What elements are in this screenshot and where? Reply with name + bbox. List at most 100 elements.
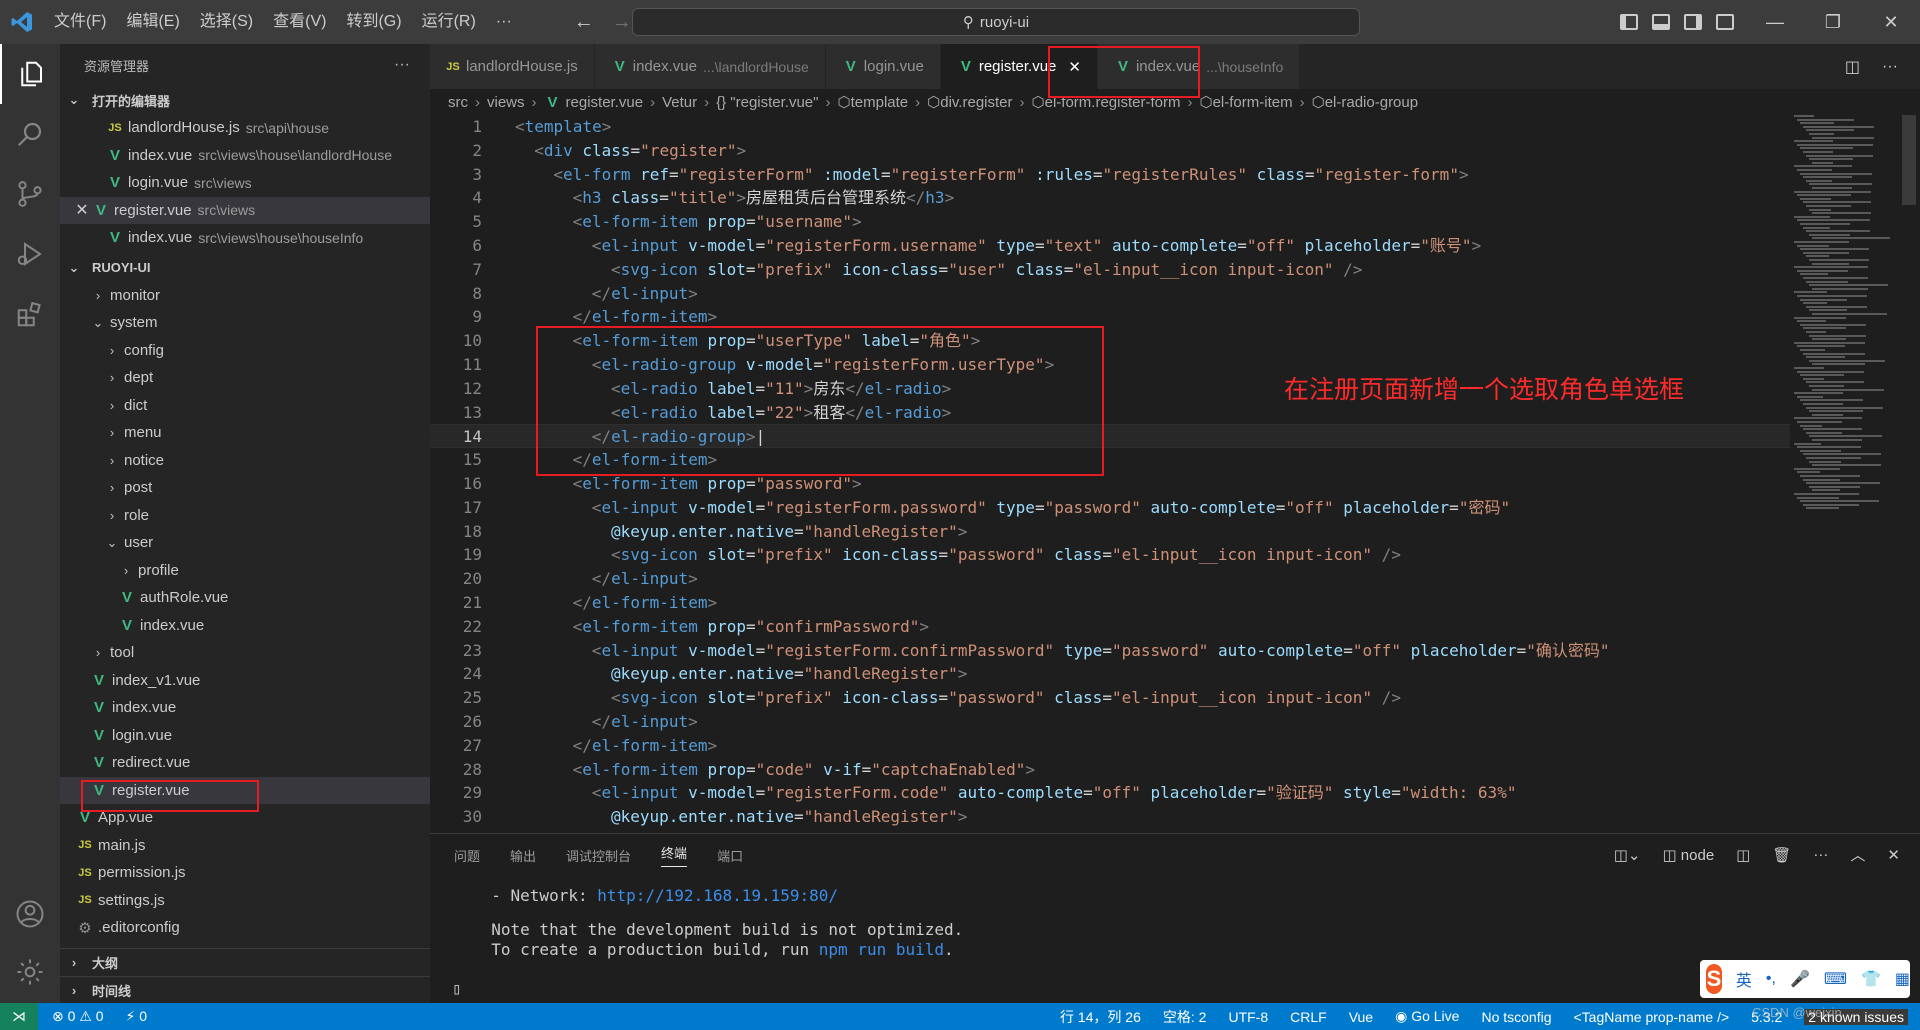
file-item[interactable]: JS settings.js xyxy=(60,887,430,915)
folder-item[interactable]: › config xyxy=(60,337,430,365)
menu-item[interactable]: 运行(R) xyxy=(412,0,486,44)
file-item[interactable]: Vindex.vue xyxy=(60,694,430,722)
open-editor-item[interactable]: Vindex.vue src\views\house\houseInfo xyxy=(60,224,430,252)
tab-login-vue[interactable]: Vlogin.vue xyxy=(825,44,941,89)
restore-icon[interactable]: ❐ xyxy=(1804,0,1862,44)
menu-item[interactable]: 编辑(E) xyxy=(116,0,189,44)
file-item[interactable]: Vlogin.vue xyxy=(60,722,430,750)
open-editor-item[interactable]: Vlogin.vue src\views xyxy=(60,169,430,197)
toggle-panel-icon[interactable] xyxy=(1652,14,1670,30)
more-actions-icon[interactable]: ··· xyxy=(394,56,430,74)
close-panel-icon[interactable]: ✕ xyxy=(1887,846,1900,864)
folder-item[interactable]: › tool xyxy=(60,639,430,667)
skin-icon[interactable]: 👕 xyxy=(1861,969,1881,989)
menu-item[interactable]: 查看(V) xyxy=(263,0,336,44)
folder-item[interactable]: › monitor xyxy=(60,282,430,310)
breadcrumb-item[interactable]: {} "register.vue" xyxy=(716,94,818,111)
keyboard-icon[interactable]: ⌨ xyxy=(1824,969,1847,989)
panel-tab[interactable]: 终端 xyxy=(661,843,688,867)
file-item[interactable]: VauthRole.vue xyxy=(60,584,430,612)
punctuation-icon[interactable]: •, xyxy=(1766,970,1776,988)
language-mode[interactable]: Vue xyxy=(1349,1009,1373,1025)
more-actions-icon[interactable]: ··· xyxy=(1813,846,1828,863)
file-item[interactable]: JS permission.js xyxy=(60,859,430,887)
source-control-icon[interactable] xyxy=(0,164,60,224)
project-section[interactable]: ⌄ RUOYI-UI xyxy=(60,254,430,282)
split-editor-icon[interactable]: ◫ xyxy=(1845,57,1860,77)
panel-tab[interactable]: 端口 xyxy=(717,846,743,865)
tsconfig-status[interactable]: No tsconfig xyxy=(1481,1009,1551,1025)
breadcrumb-item[interactable]: views xyxy=(487,94,525,111)
settings-gear-icon[interactable] xyxy=(0,942,60,1002)
breadcrumb-item[interactable]: register.vue xyxy=(566,94,644,111)
panel-tab[interactable]: 问题 xyxy=(454,846,480,865)
folder-item[interactable]: › role xyxy=(60,502,430,530)
folder-item[interactable]: › menu xyxy=(60,419,430,447)
problems-status[interactable]: ⊗ 0 ⚠ 0 xyxy=(52,1008,104,1025)
panel-tab[interactable]: 调试控制台 xyxy=(566,846,631,865)
folder-item[interactable]: › dict xyxy=(60,392,430,420)
extensions-icon[interactable] xyxy=(0,284,60,344)
run-debug-icon[interactable] xyxy=(0,224,60,284)
tab-index-vue[interactable]: Vindex.vue ...\landlordHouse xyxy=(594,44,826,89)
maximize-panel-icon[interactable]: ︿ xyxy=(1850,844,1865,865)
breadcrumb-item[interactable]: div.register xyxy=(940,94,1012,111)
split-terminal-icon[interactable]: ◫⌄ xyxy=(1614,846,1641,864)
outline-section[interactable]: › 大纲 xyxy=(60,948,430,976)
ports-status[interactable]: ⚡ 0 xyxy=(126,1008,148,1025)
breadcrumb-item[interactable]: Vetur xyxy=(662,94,697,111)
terminal-shell[interactable]: ◫ node xyxy=(1662,846,1714,864)
close-window-icon[interactable]: ✕ xyxy=(1862,0,1920,44)
close-icon[interactable]: ✕ xyxy=(74,200,90,220)
breadcrumb-item[interactable]: el-form-item xyxy=(1213,94,1293,111)
folder-item[interactable]: › post xyxy=(60,474,430,502)
network-url-link[interactable]: http://192.168.19.159:80/ xyxy=(597,886,838,905)
back-arrow-icon[interactable]: ← xyxy=(574,11,594,34)
open-editor-item[interactable]: Vindex.vue src\views\house\landlordHouse xyxy=(60,142,430,170)
minimize-icon[interactable]: — xyxy=(1746,0,1804,44)
menu-item[interactable]: 文件(F) xyxy=(44,0,116,44)
command-center-search[interactable]: ⚲ ruoyi-ui xyxy=(632,8,1360,36)
file-item[interactable]: Vindex.vue xyxy=(60,612,430,640)
ime-language[interactable]: 英 xyxy=(1736,967,1752,991)
open-editor-item[interactable]: JS landlordHouse.js src\api\house xyxy=(60,114,430,142)
folder-item[interactable]: ⌄ system xyxy=(60,309,430,337)
menu-item[interactable]: 选择(S) xyxy=(190,0,263,44)
remote-icon[interactable]: ⋊ xyxy=(0,1003,38,1030)
toggle-secondary-sidebar-icon[interactable] xyxy=(1684,14,1702,30)
open-editors-section[interactable]: ⌄ 打开的编辑器 xyxy=(60,86,430,114)
breadcrumb-item[interactable]: template xyxy=(851,94,909,111)
folder-item[interactable]: › profile xyxy=(60,557,430,585)
toggle-sidebar-icon[interactable] xyxy=(1620,14,1638,30)
explorer-icon[interactable] xyxy=(0,44,60,104)
folder-item[interactable]: › dept xyxy=(60,364,430,392)
cursor-position[interactable]: 行 14，列 26 xyxy=(1060,1007,1141,1027)
folder-item[interactable]: › notice xyxy=(60,447,430,475)
encoding[interactable]: UTF-8 xyxy=(1228,1009,1268,1025)
more-actions-icon[interactable]: ··· xyxy=(1882,58,1898,76)
trash-icon[interactable]: 🗑 xyxy=(1772,846,1791,864)
split-icon[interactable]: ◫ xyxy=(1736,846,1750,864)
breadcrumb-item[interactable]: src xyxy=(448,94,468,111)
search-view-icon[interactable] xyxy=(0,104,60,164)
indentation[interactable]: 空格: 2 xyxy=(1163,1007,1207,1027)
file-item[interactable]: JS main.js xyxy=(60,832,430,860)
toolbox-icon[interactable]: ▦ xyxy=(1895,969,1910,989)
file-item[interactable]: Vredirect.vue xyxy=(60,749,430,777)
panel-tab[interactable]: 输出 xyxy=(510,846,536,865)
tag-status[interactable]: <TagName prop-name /> xyxy=(1574,1009,1730,1025)
menu-item[interactable]: ··· xyxy=(486,0,522,44)
open-editor-item[interactable]: ✕ Vregister.vue src\views xyxy=(60,196,430,224)
file-item[interactable]: ⚙ .editorconfig xyxy=(60,914,430,942)
eol[interactable]: CRLF xyxy=(1290,1009,1327,1025)
forward-arrow-icon[interactable]: → xyxy=(612,11,632,34)
account-icon[interactable] xyxy=(0,884,60,944)
editor-scrollbar[interactable] xyxy=(1902,115,1916,205)
folder-item[interactable]: ⌄ user xyxy=(60,529,430,557)
file-item[interactable]: Vindex_v1.vue xyxy=(60,667,430,695)
microphone-icon[interactable]: 🎤 xyxy=(1790,969,1810,989)
tab-landlordHouse-js[interactable]: JS landlordHouse.js xyxy=(430,44,595,89)
timeline-section[interactable]: › 时间线 xyxy=(60,976,430,1004)
breadcrumb-item[interactable]: el-radio-group xyxy=(1325,94,1418,111)
customize-layout-icon[interactable] xyxy=(1716,14,1734,30)
